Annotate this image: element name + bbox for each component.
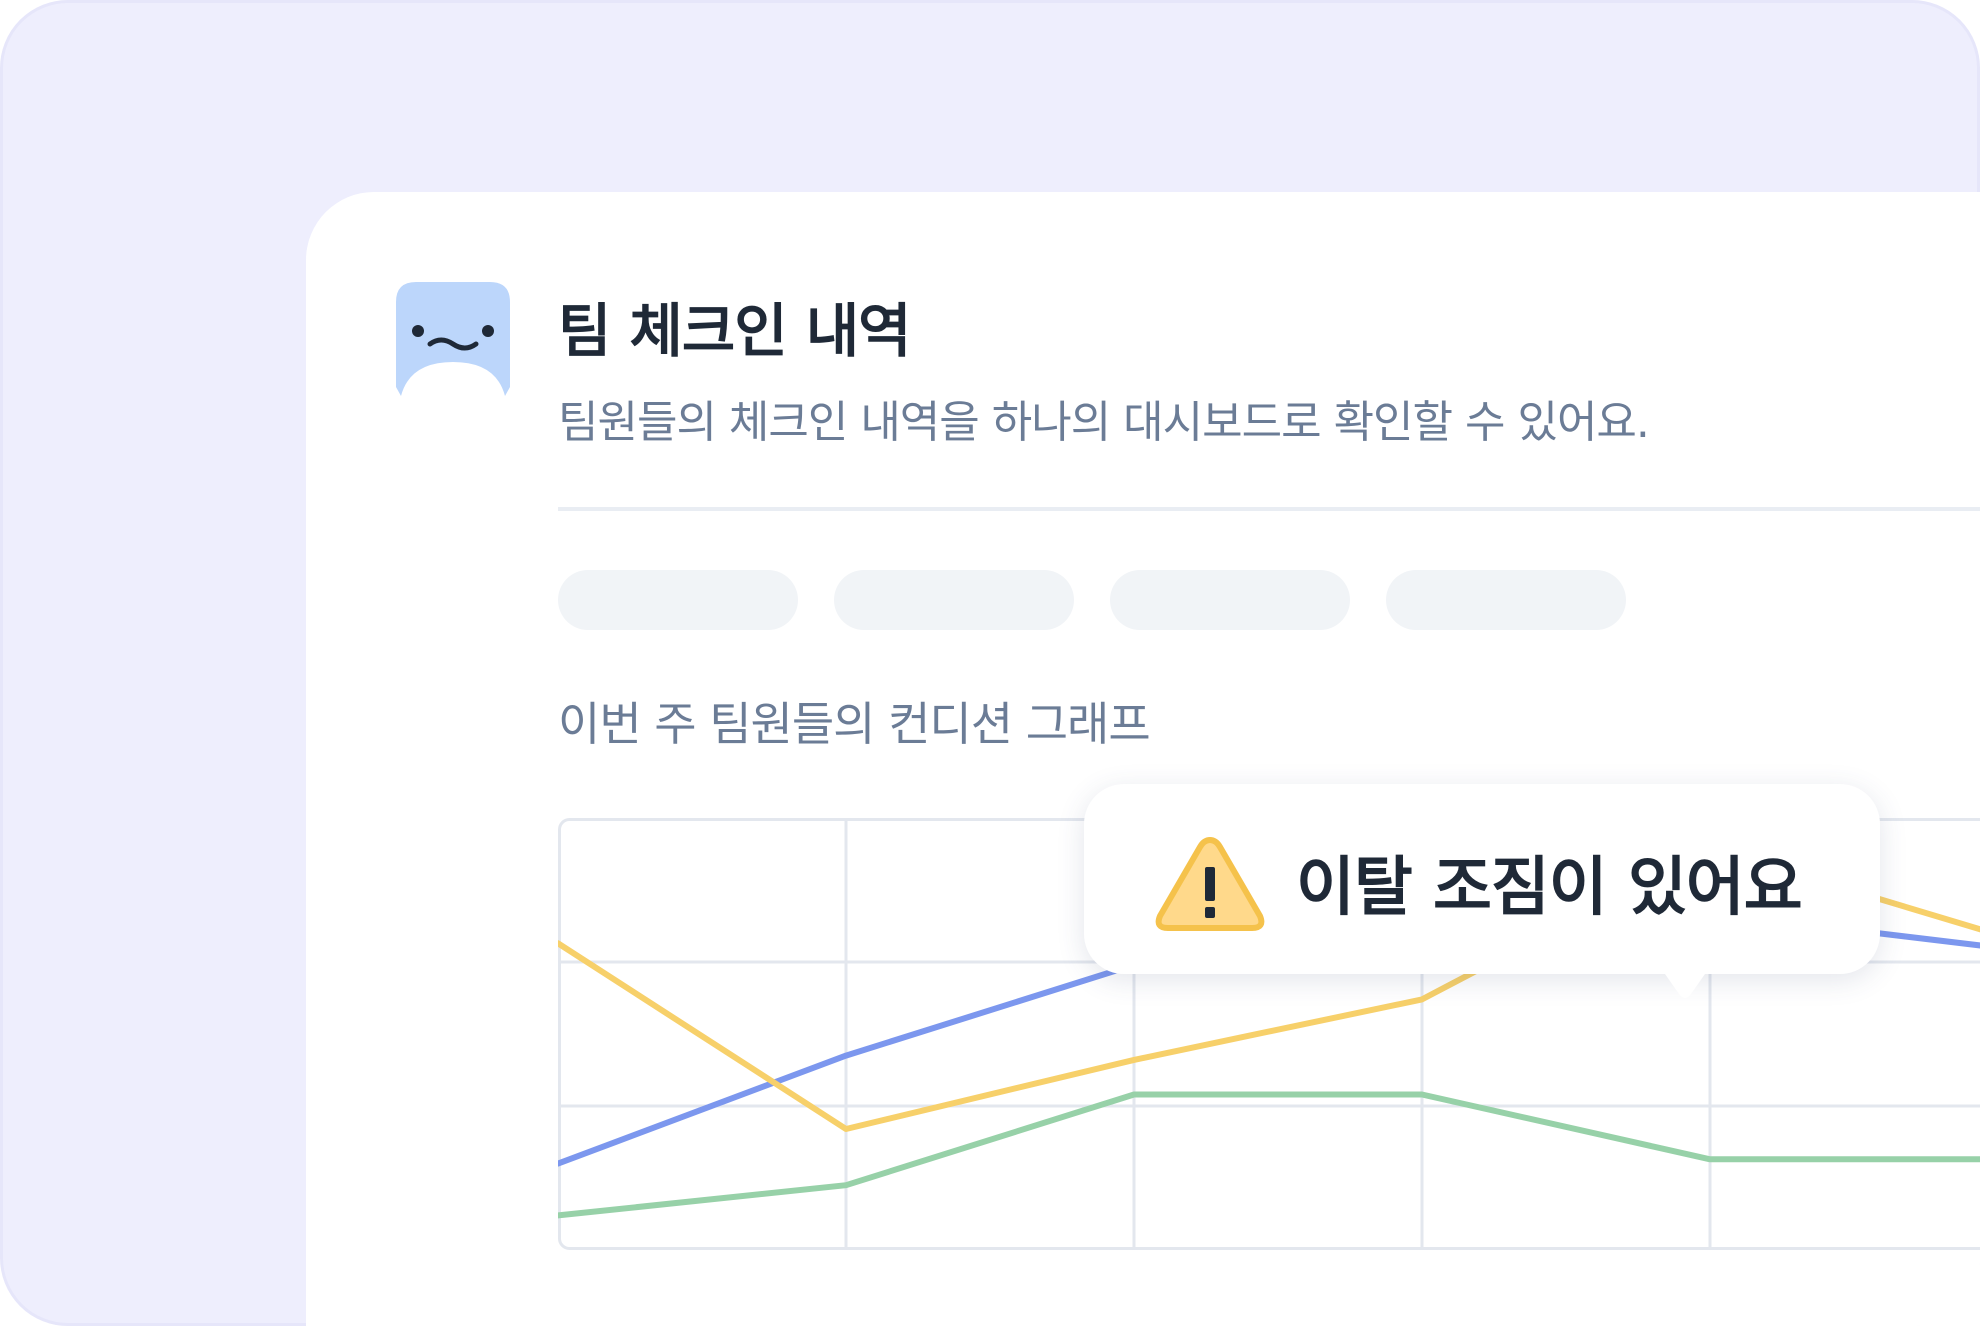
- page-subtitle: 팀원들의 체크인 내역을 하나의 대시보드로 확인할 수 있어요.: [558, 397, 1650, 448]
- page-title: 팀 체크인 내역: [558, 297, 912, 365]
- tooltip-pointer: [1658, 964, 1712, 998]
- filter-pill[interactable]: [1386, 570, 1626, 630]
- filter-pill[interactable]: [558, 570, 798, 630]
- checkin-card: 팀 체크인 내역 팀원들의 체크인 내역을 하나의 대시보드로 확인할 수 있어…: [306, 192, 1980, 1326]
- graph-label: 이번 주 팀원들의 컨디션 그래프: [558, 697, 1151, 751]
- filter-pill[interactable]: [834, 570, 1074, 630]
- churn-alert-tooltip: 이탈 조짐이 있어요: [1084, 784, 1880, 974]
- alert-message: 이탈 조짐이 있어요: [1296, 851, 1803, 925]
- warning-icon: [1155, 837, 1265, 931]
- series-line-3: [558, 1091, 1980, 1219]
- filter-pill[interactable]: [1110, 570, 1350, 630]
- divider: [558, 507, 1980, 511]
- face-avatar-icon: [396, 282, 510, 396]
